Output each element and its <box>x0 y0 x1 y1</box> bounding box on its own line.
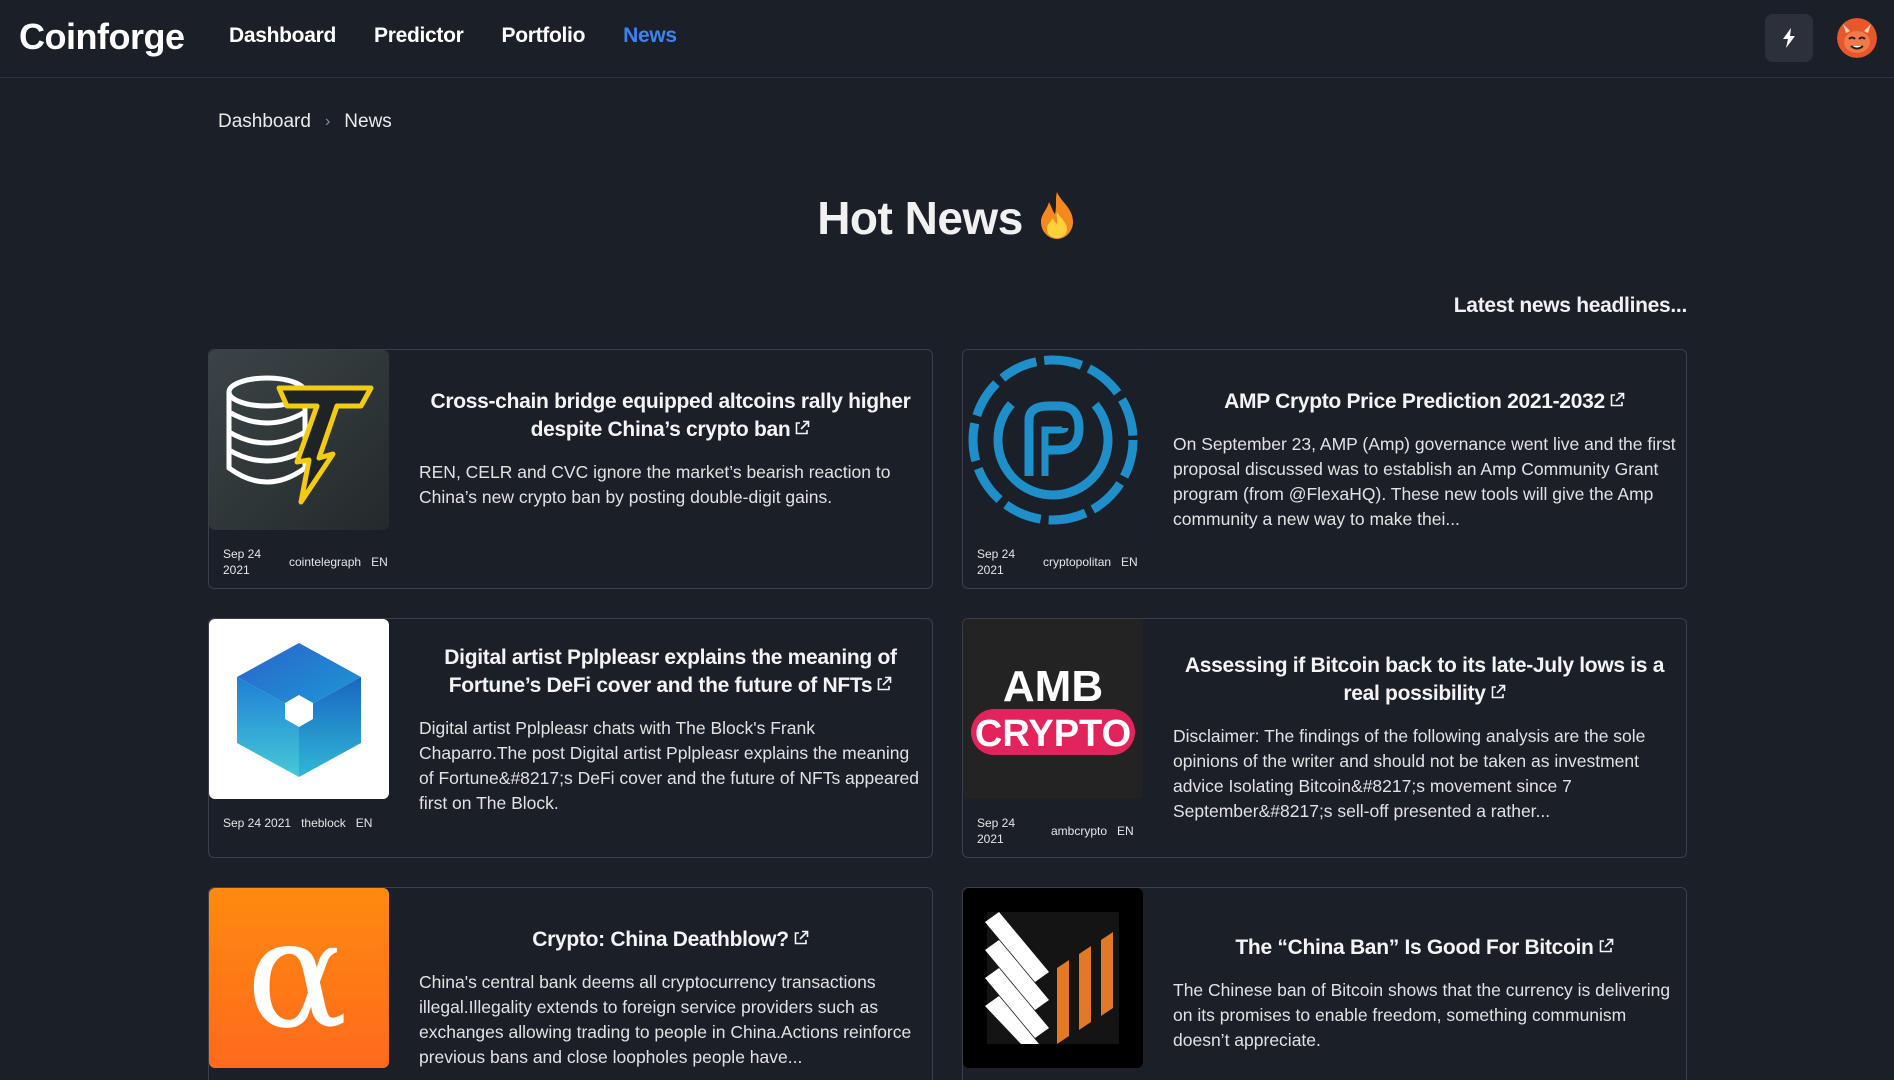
article-description: On September 23, AMP (Amp) governance we… <box>1173 434 1676 529</box>
bolt-icon <box>1783 28 1795 48</box>
article-lang: EN <box>371 555 388 569</box>
news-card[interactable]: Sep 24 2021 theblock EN Digital artist P… <box>208 618 933 858</box>
article-title[interactable]: Crypto: China Deathblow? <box>419 926 922 954</box>
svg-text:CRYPTO: CRYPTO <box>975 713 1131 755</box>
article-source: ambcrypto <box>1051 824 1108 838</box>
external-link-icon <box>1609 388 1625 416</box>
external-link-icon <box>876 672 892 700</box>
article-body: AMP Crypto Price Prediction 2021-2032 On… <box>1173 388 1676 532</box>
svg-text:α: α <box>246 888 347 1062</box>
app-logo[interactable]: Coinforge <box>19 16 185 58</box>
article-description: China's central bank deems all cryptocur… <box>419 972 912 1067</box>
breadcrumb: Dashboard › News <box>218 111 392 133</box>
article-description: The Chinese ban of Bitcoin shows that th… <box>1173 980 1671 1050</box>
page-title-text: Hot News <box>817 192 1023 244</box>
news-card[interactable]: Sep 24 2021 cointelegraph EN Cross-chain … <box>208 349 933 589</box>
article-date: Sep 24 2021 <box>223 816 292 830</box>
main-nav: Dashboard Predictor Portfolio News <box>229 24 715 48</box>
top-navbar: Coinforge Dashboard Predictor Portfolio … <box>0 0 1894 78</box>
news-card[interactable]: Sep 24 2021 cryptopolitan EN AMP Crypto P… <box>962 349 1687 589</box>
article-title[interactable]: Assessing if Bitcoin back to its late-Ju… <box>1173 652 1676 708</box>
article-lang: EN <box>1117 824 1134 838</box>
nav-dashboard[interactable]: Dashboard <box>229 24 336 48</box>
article-title[interactable]: The “China Ban” Is Good For Bitcoin <box>1173 934 1676 962</box>
nav-news[interactable]: News <box>623 24 677 48</box>
article-source: cryptopolitan <box>1043 555 1112 569</box>
fire-icon <box>1037 190 1077 251</box>
breadcrumb-news: News <box>344 111 392 132</box>
article-description: Digital artist Pplpleasr chats with The … <box>419 718 920 813</box>
article-description: REN, CELR and CVC ignore the market’s be… <box>419 462 891 507</box>
article-date: Sep 24 2021 <box>977 547 1016 577</box>
external-link-icon <box>1490 680 1506 708</box>
article-body: Crypto: China Deathblow? China's central… <box>419 926 922 1070</box>
avatar[interactable] <box>1837 18 1877 58</box>
article-meta: Sep 24 2021 cointelegraph EN <box>223 546 388 578</box>
article-lang: EN <box>1121 555 1138 569</box>
article-source: cointelegraph <box>289 555 362 569</box>
article-lang: EN <box>355 816 373 830</box>
avatar-devil-icon <box>1837 18 1877 58</box>
article-title[interactable]: Digital artist Pplpleasr explains the me… <box>419 644 922 700</box>
coin-lightning-icon <box>209 350 389 530</box>
article-meta: Sep 24 2021 theblock EN <box>223 815 372 831</box>
nav-predictor[interactable]: Predictor <box>374 24 464 48</box>
article-body: Digital artist Pplpleasr explains the me… <box>419 644 922 816</box>
article-body: The “China Ban” Is Good For Bitcoin The … <box>1173 934 1676 1053</box>
article-body: Assessing if Bitcoin back to its late-Ju… <box>1173 652 1676 824</box>
news-card[interactable]: AMB CRYPTO Sep 24 2021 ambcrypto EN Asses… <box>962 618 1687 858</box>
article-title[interactable]: AMP Crypto Price Prediction 2021-2032 <box>1173 388 1676 416</box>
nav-portfolio[interactable]: Portfolio <box>502 24 586 48</box>
breadcrumb-dashboard[interactable]: Dashboard <box>218 111 311 133</box>
page-title: Hot News <box>0 190 1894 251</box>
news-card[interactable]: α Crypto: China Deathblow? China's centr… <box>208 887 933 1080</box>
article-title[interactable]: Cross-chain bridge equipped altcoins ral… <box>419 388 922 444</box>
external-link-icon <box>1598 934 1614 962</box>
cryptopolitan-logo-icon <box>963 350 1143 530</box>
article-date: Sep 24 2021 <box>977 816 1016 846</box>
article-body: Cross-chain bridge equipped altcoins ral… <box>419 388 922 510</box>
alpha-icon: α <box>209 888 389 1068</box>
theblock-cube-icon <box>209 619 389 799</box>
bitcoin-magazine-icon <box>963 888 1143 1068</box>
external-link-icon <box>793 926 809 954</box>
article-description: Disclaimer: The findings of the followin… <box>1173 726 1646 821</box>
ambcrypto-logo-icon: AMB CRYPTO <box>963 619 1143 799</box>
article-meta: Sep 24 2021 ambcrypto EN <box>977 815 1134 847</box>
svg-text:AMB: AMB <box>1003 662 1103 711</box>
quick-action-button[interactable] <box>1765 14 1813 62</box>
article-date: Sep 24 2021 <box>223 547 262 577</box>
article-source: theblock <box>301 816 346 830</box>
chevron-right-icon: › <box>324 113 331 130</box>
external-link-icon <box>794 416 810 444</box>
article-meta: Sep 24 2021 cryptopolitan EN <box>977 546 1138 578</box>
news-card[interactable]: The “China Ban” Is Good For Bitcoin The … <box>962 887 1687 1080</box>
latest-headlines-label: Latest news headlines... <box>1453 294 1688 317</box>
